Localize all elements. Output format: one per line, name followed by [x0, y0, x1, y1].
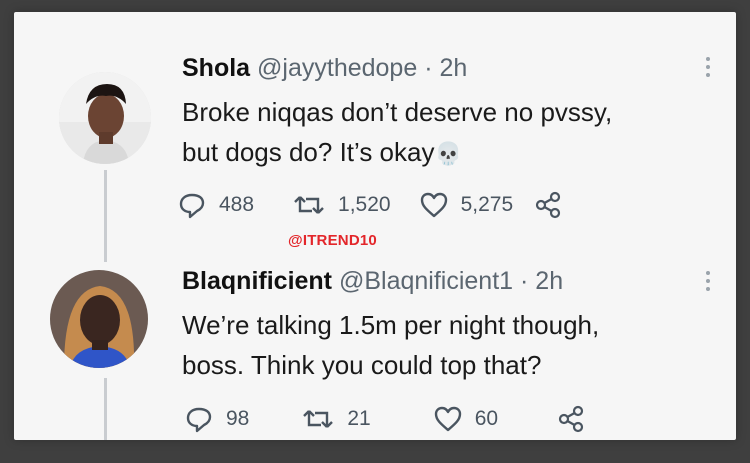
- retweet-icon: [303, 410, 334, 428]
- more-options-icon[interactable]: [702, 271, 714, 291]
- more-options-icon[interactable]: [702, 57, 714, 77]
- profile-photo-icon: [50, 270, 148, 368]
- author-handle[interactable]: @jayythedope: [257, 54, 417, 82]
- heart-icon: [420, 192, 447, 218]
- tweet-screenshot-card: Shola @jayythedope · 2h Broke niqqas don…: [14, 12, 736, 440]
- tweet-text-line-part: but dogs do? It’s okay: [182, 137, 435, 167]
- reply-button[interactable]: 98: [184, 404, 249, 434]
- profile-photo-icon: [59, 72, 151, 164]
- author-name[interactable]: Blaqnificient: [182, 267, 332, 295]
- share-icon: [558, 405, 584, 433]
- retweet-button[interactable]: 21: [301, 404, 371, 434]
- tweet-text-line: but dogs do? It’s okay💀: [182, 132, 612, 174]
- retweet-count: 1,520: [338, 193, 391, 216]
- tweet-text: Broke niqqas don’t deserve no pvssy, but…: [182, 92, 612, 174]
- share-button[interactable]: [533, 190, 563, 220]
- retweet-button[interactable]: 1,520: [292, 190, 391, 220]
- avatar-blaqnificient[interactable]: [50, 270, 148, 368]
- thread-connector: [104, 378, 107, 440]
- reply-count: 488: [219, 193, 255, 216]
- heart-icon: [434, 406, 461, 432]
- watermark: @ITREND10: [288, 232, 377, 249]
- like-count: 5,275: [460, 193, 514, 216]
- tweet-actions: 98 21 60: [184, 404, 586, 434]
- reply-count: 98: [226, 407, 250, 430]
- tweet-time[interactable]: 2h: [439, 54, 467, 82]
- tweet-time[interactable]: 2h: [535, 267, 563, 295]
- separator: ·: [424, 54, 433, 82]
- thread-connector: [104, 170, 107, 262]
- avatar-shola[interactable]: [59, 72, 151, 164]
- tweet-text-line: We’re talking 1.5m per night though,: [182, 310, 600, 340]
- like-button[interactable]: 60: [433, 404, 498, 434]
- tweet-text-line: Broke niqqas don’t deserve no pvssy,: [182, 97, 613, 127]
- like-button[interactable]: 5,275: [419, 190, 514, 220]
- separator: ·: [520, 267, 529, 295]
- author-name[interactable]: Shola: [182, 54, 250, 82]
- tweet-header: Shola @jayythedope · 2h: [182, 54, 467, 83]
- like-count: 60: [474, 407, 499, 430]
- author-handle[interactable]: @Blaqnificient1: [339, 267, 513, 295]
- tweet-text: We’re talking 1.5m per night though, bos…: [182, 305, 599, 385]
- reply-icon: [186, 407, 212, 433]
- reply-icon: [179, 193, 205, 219]
- share-icon: [536, 191, 561, 219]
- retweet-icon: [294, 196, 324, 214]
- skull-emoji: 💀: [434, 141, 462, 166]
- share-button[interactable]: [556, 404, 586, 434]
- tweet-actions: 488 1,520 5,275: [177, 190, 563, 220]
- reply-button[interactable]: 488: [177, 190, 254, 220]
- tweet-text-line: boss. Think you could top that?: [182, 350, 542, 380]
- tweet-header: Blaqnificient @Blaqnificient1 · 2h: [182, 267, 563, 296]
- retweet-count: 21: [347, 407, 371, 430]
